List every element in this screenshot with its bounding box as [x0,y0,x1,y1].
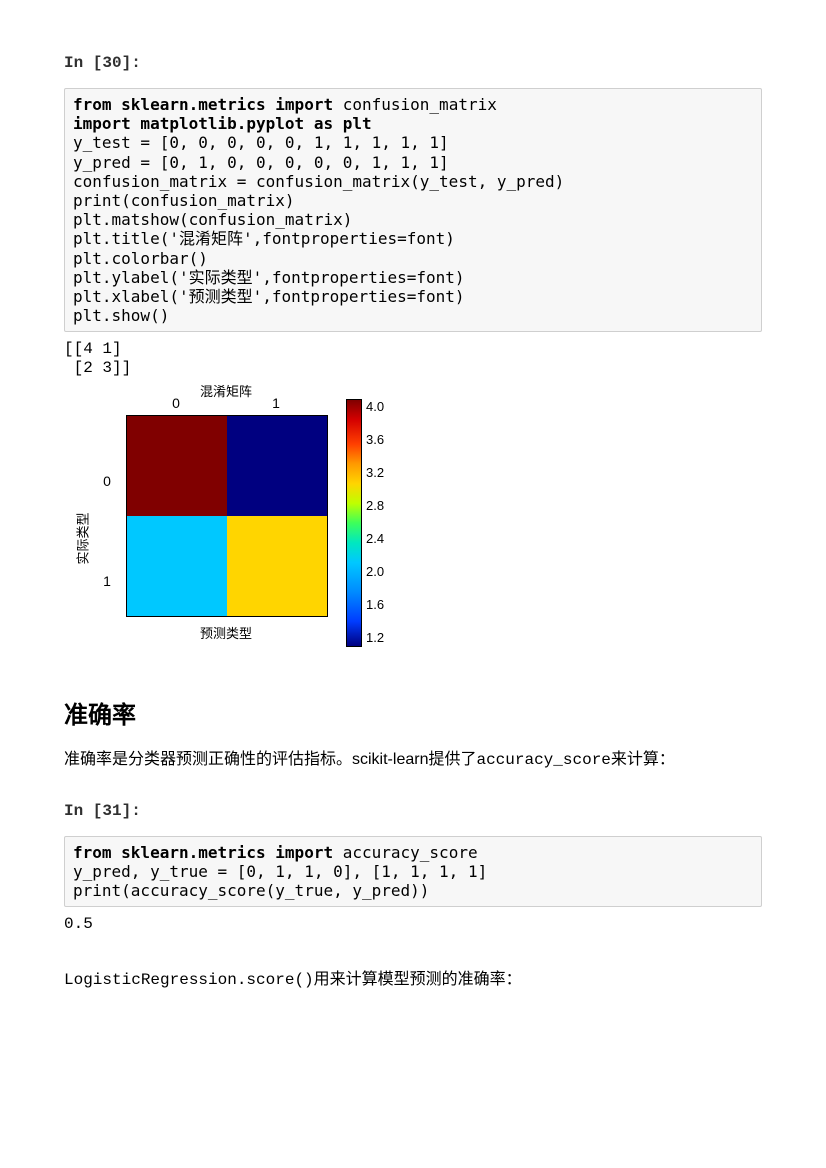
cell-2-code[interactable]: from sklearn.metrics import accuracy_sco… [64,836,762,908]
cb-tick: 1.6 [366,597,384,612]
y-tick: 0 [103,473,111,489]
chart-ylabel: 实际类型 [73,513,92,565]
cell-2-prompt: In [31]: [64,802,762,820]
code-text: accuracy_score [333,843,478,862]
paragraph-lr-score: LogisticRegression.score()用来计算模型预测的准确率： [64,965,762,989]
heat-cell-10 [127,516,227,616]
code-text: y_test = [0, 0, 0, 0, 0, 1, 1, 1, 1, 1] [73,133,449,152]
keyword: from sklearn.metrics import [73,95,333,114]
code-block-1: from sklearn.metrics import confusion_ma… [73,95,753,325]
chart-colorbar-ticks: 4.0 3.6 3.2 2.8 2.4 2.0 1.6 1.2 [366,399,384,645]
cell-1-text-output: [[4 1] [2 3]] [64,340,762,378]
notebook-page: In [30]: from sklearn.metrics import con… [0,0,826,1045]
para-mono: LogisticRegression.score() [64,971,314,989]
code-text: y_pred = [0, 1, 0, 0, 0, 0, 0, 1, 1, 1] [73,153,449,172]
chart-confusion-matrix: 实际类型 0 1 0 1 混淆矩阵 预测类型 4.0 [72,399,762,647]
code-text: confusion_matrix = confusion_matrix(y_te… [73,172,564,191]
chart-xlabel: 预测类型 [126,623,326,642]
y-tick: 1 [103,573,111,589]
code-text: y_pred, y_true = [0, 1, 1, 0], [1, 1, 1,… [73,862,487,881]
code-block-2: from sklearn.metrics import accuracy_sco… [73,843,753,901]
para-mono: accuracy_score [476,751,610,769]
code-text: print(confusion_matrix) [73,191,295,210]
cell-1-prompt: In [30]: [64,54,762,72]
cell-1-code[interactable]: from sklearn.metrics import confusion_ma… [64,88,762,332]
para-text: 来计算： [611,751,675,768]
cb-tick: 4.0 [366,399,384,414]
chart-y-ticks: 0 1 [103,431,111,631]
code-text: plt.show() [73,306,169,325]
cell-2-text-output: 0.5 [64,915,762,934]
code-text: plt.title('混淆矩阵',fontproperties=font) [73,229,455,248]
para-text: 用来计算模型预测的准确率： [314,971,522,988]
chart-heat-grid [126,415,328,617]
cb-tick: 3.6 [366,432,384,447]
chart-body: 0 1 混淆矩阵 预测类型 [126,399,328,642]
para-text: 准确率是分类器预测正确性的评估指标。scikit-learn提供了 [64,751,476,768]
cb-tick: 3.2 [366,465,384,480]
chart-title: 混淆矩阵 [126,381,326,400]
heat-cell-00 [127,416,227,516]
chart-y-axis: 0 1 [92,399,126,631]
keyword: from sklearn.metrics import [73,843,333,862]
keyword: import matplotlib.pyplot as plt [73,114,372,133]
section-heading-accuracy: 准确率 [64,695,762,730]
paragraph-accuracy-desc: 准确率是分类器预测正确性的评估指标。scikit-learn提供了accurac… [64,748,762,772]
cb-tick: 2.8 [366,498,384,513]
cb-tick: 1.2 [366,630,384,645]
chart-colorbar [346,399,362,647]
code-text: plt.colorbar() [73,249,208,268]
code-text: print(accuracy_score(y_true, y_pred)) [73,881,429,900]
chart-colorbar-wrap: 4.0 3.6 3.2 2.8 2.4 2.0 1.6 1.2 [346,399,384,647]
code-text: confusion_matrix [333,95,497,114]
chart-ylabel-wrap: 实际类型 [72,399,92,647]
cb-tick: 2.4 [366,531,384,546]
cb-tick: 2.0 [366,564,384,579]
heat-cell-11 [227,516,327,616]
code-text: plt.xlabel('预测类型',fontproperties=font) [73,287,465,306]
code-text: plt.ylabel('实际类型',fontproperties=font) [73,268,465,287]
code-text: plt.matshow(confusion_matrix) [73,210,352,229]
heat-cell-01 [227,416,327,516]
